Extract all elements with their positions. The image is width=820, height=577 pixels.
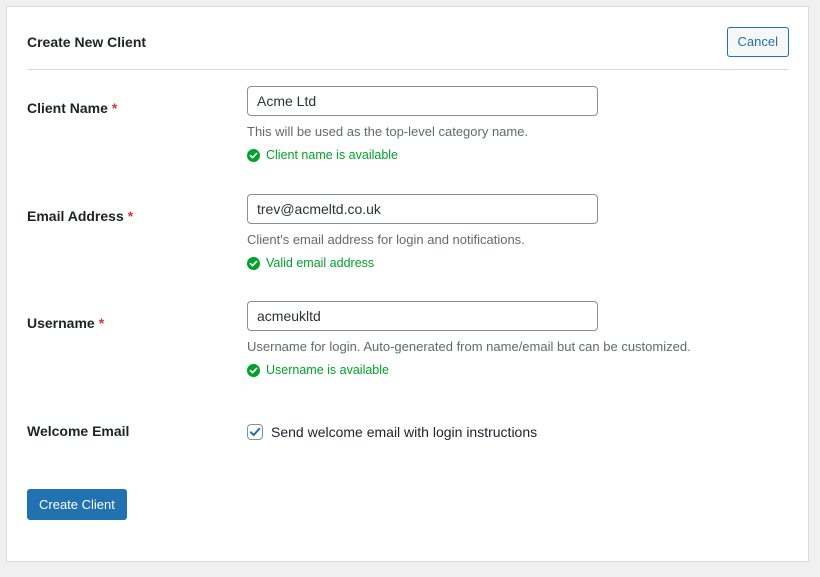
email-label: Email Address *	[27, 208, 133, 225]
email-input[interactable]	[247, 194, 598, 224]
username-label: Username *	[27, 315, 104, 332]
client-name-label-text: Client Name	[27, 100, 108, 116]
client-name-input[interactable]	[247, 86, 598, 116]
required-marker: *	[98, 315, 105, 331]
check-circle-icon	[247, 363, 260, 377]
email-label-text: Email Address	[27, 208, 124, 224]
username-input[interactable]	[247, 301, 598, 331]
username-label-text: Username	[27, 315, 95, 331]
username-description: Username for login. Auto-generated from …	[247, 339, 691, 354]
email-status: Valid email address	[247, 255, 374, 271]
checkmark-icon	[249, 427, 261, 436]
username-status: Username is available	[247, 362, 389, 378]
cancel-button[interactable]: Cancel	[726, 27, 789, 57]
welcome-email-checkbox-label[interactable]: Send welcome email with login instructio…	[271, 424, 537, 440]
client-name-label: Client Name *	[27, 100, 117, 117]
client-name-status-text: Client name is available	[266, 148, 399, 162]
client-name-status: Client name is available	[247, 147, 398, 163]
create-client-button[interactable]: Create Client	[27, 489, 127, 520]
create-client-panel: Create New Client Cancel Client Name* Th…	[6, 6, 809, 562]
page-title: Create New Client	[27, 34, 147, 50]
welcome-email-option[interactable]: Send welcome email with login instructio…	[247, 423, 537, 440]
email-description: Client's email address for login and not…	[247, 232, 525, 247]
panel-header: Create New Client Cancel	[27, 7, 789, 70]
client-name-description: This will be used as the top-level categ…	[247, 124, 529, 139]
username-status-text: Username is available	[266, 363, 389, 377]
required-marker: *	[127, 208, 134, 224]
required-marker: *	[111, 100, 118, 116]
welcome-email-label: Welcome Email	[27, 423, 130, 439]
check-circle-icon	[247, 148, 260, 162]
welcome-email-checkbox[interactable]	[247, 423, 263, 440]
email-status-text: Valid email address	[266, 256, 375, 270]
check-circle-icon	[247, 256, 260, 270]
